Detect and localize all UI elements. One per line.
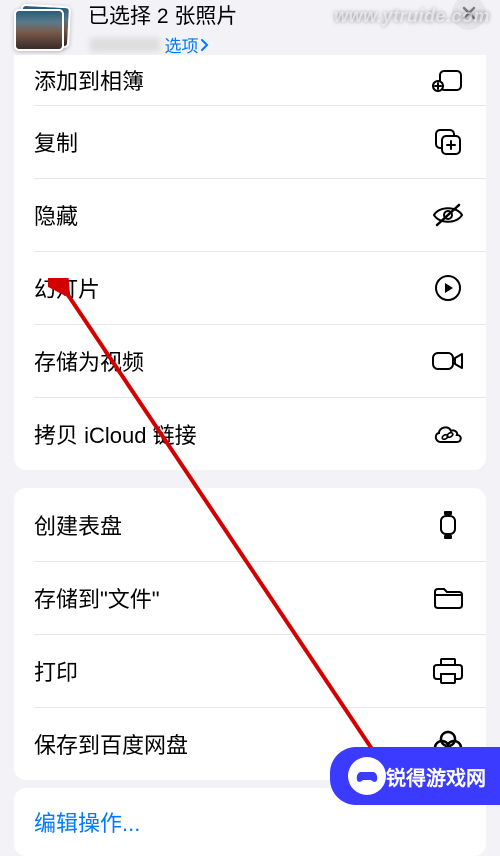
site-badge: 锐得游戏网 bbox=[330, 747, 500, 805]
row-label: 复制 bbox=[34, 126, 78, 158]
play-icon bbox=[430, 273, 466, 303]
hide-icon bbox=[430, 202, 466, 228]
row-label: 存储为视频 bbox=[34, 345, 144, 377]
options-link[interactable]: 选项 bbox=[164, 32, 210, 57]
row-label: 保存到百度网盘 bbox=[34, 728, 188, 760]
row-label: 存储到"文件" bbox=[34, 582, 160, 614]
row-label: 隐藏 bbox=[34, 199, 78, 231]
add-to-album-icon bbox=[430, 67, 466, 93]
row-hide[interactable]: 隐藏 bbox=[14, 178, 486, 251]
row-print[interactable]: 打印 bbox=[14, 634, 486, 707]
watermark-url: www.ytruide.com bbox=[334, 6, 490, 27]
row-label: 创建表盘 bbox=[34, 509, 122, 541]
action-group-1: 添加到相簿 复制 隐藏 幻灯片 存储为视频 拷贝 iCloud 链接 bbox=[14, 55, 486, 470]
badge-text: 锐得游戏网 bbox=[386, 762, 486, 791]
row-label: 打印 bbox=[34, 655, 78, 687]
row-label: 拷贝 iCloud 链接 bbox=[34, 418, 197, 450]
action-group-2: 创建表盘 存储到"文件" 打印 保存到百度网盘 bbox=[14, 488, 486, 780]
row-save-video[interactable]: 存储为视频 bbox=[14, 324, 486, 397]
row-label: 幻灯片 bbox=[34, 272, 100, 304]
cloud-link-icon bbox=[430, 422, 466, 446]
row-slideshow[interactable]: 幻灯片 bbox=[14, 251, 486, 324]
row-copy[interactable]: 复制 bbox=[14, 105, 486, 178]
print-icon bbox=[430, 656, 466, 686]
folder-icon bbox=[430, 585, 466, 611]
row-add-to-album[interactable]: 添加到相簿 bbox=[14, 55, 486, 105]
chevron-right-icon bbox=[200, 38, 210, 52]
redacted-area bbox=[90, 38, 160, 52]
watch-icon bbox=[430, 509, 466, 541]
row-label: 添加到相簿 bbox=[34, 64, 144, 96]
row-save-to-files[interactable]: 存储到"文件" bbox=[14, 561, 486, 634]
photo-thumbnail-stack[interactable] bbox=[14, 5, 72, 53]
copy-icon bbox=[430, 127, 466, 157]
controller-icon bbox=[355, 764, 379, 788]
row-copy-icloud-link[interactable]: 拷贝 iCloud 链接 bbox=[14, 397, 486, 470]
row-create-watchface[interactable]: 创建表盘 bbox=[14, 488, 486, 561]
video-icon bbox=[430, 349, 466, 373]
